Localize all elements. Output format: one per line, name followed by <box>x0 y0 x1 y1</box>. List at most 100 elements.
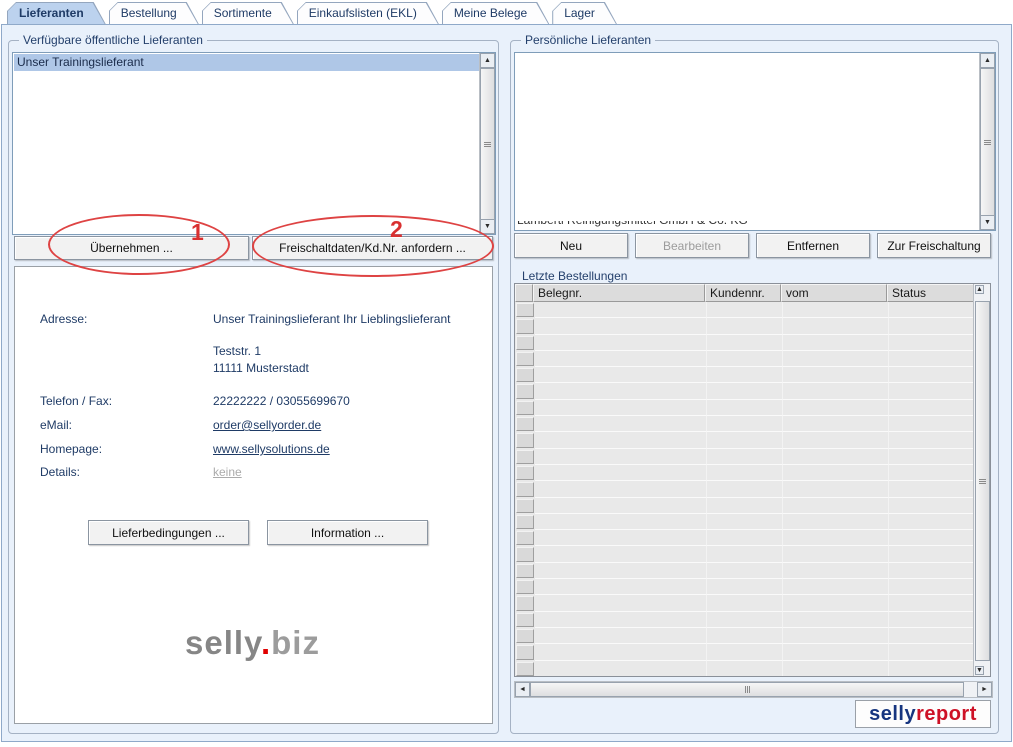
table-row[interactable] <box>515 351 974 367</box>
table-cell <box>535 367 707 383</box>
orders-horizontal-scrollbar[interactable]: ◄ ► <box>514 681 993 698</box>
email-link[interactable]: order@sellyorder.de <box>213 418 321 432</box>
row-header-cell[interactable] <box>516 466 534 480</box>
row-header-cell[interactable] <box>516 433 534 447</box>
row-header-cell[interactable] <box>516 499 534 513</box>
row-header-cell[interactable] <box>516 564 534 578</box>
row-header-cell[interactable] <box>516 596 534 610</box>
column-header-vom[interactable]: vom <box>781 284 887 302</box>
tab-lager[interactable]: Lager <box>552 2 617 24</box>
lieferbedingungen-button[interactable]: Lieferbedingungen ... <box>88 520 249 545</box>
row-header-cell[interactable] <box>516 547 534 561</box>
table-row[interactable] <box>515 318 974 334</box>
scrollbar-thumb[interactable] <box>530 682 964 697</box>
tab-bestellung[interactable]: Bestellung <box>109 2 199 24</box>
row-header-cell[interactable] <box>516 450 534 464</box>
row-header-cell[interactable] <box>516 580 534 594</box>
scroll-up-icon[interactable]: ▲ <box>480 53 495 68</box>
table-cell <box>707 432 783 448</box>
table-cell <box>783 367 889 383</box>
scroll-left-icon[interactable]: ◄ <box>515 682 530 697</box>
table-cell <box>535 351 707 367</box>
table-row[interactable] <box>515 432 974 448</box>
personal-list-scrollbar[interactable]: ▲ ▼ <box>979 53 995 230</box>
table-row[interactable] <box>515 416 974 432</box>
homepage-link[interactable]: www.sellysolutions.de <box>213 442 330 456</box>
orders-table-body <box>515 302 974 676</box>
row-header-cell[interactable] <box>516 417 534 431</box>
column-header-status[interactable]: Status <box>887 284 974 302</box>
zur-freischaltung-button[interactable]: Zur Freischaltung <box>877 233 991 258</box>
table-cell <box>889 563 974 579</box>
table-cell <box>783 644 889 660</box>
row-header-cell[interactable] <box>516 629 534 643</box>
table-row[interactable] <box>515 579 974 595</box>
table-row[interactable] <box>515 563 974 579</box>
table-row[interactable] <box>515 465 974 481</box>
clipped-list-item[interactable]: Lamberti Reinigungsmittel GmbH & Co. KG <box>516 221 968 228</box>
table-cell <box>707 563 783 579</box>
logo-dot-icon: . <box>261 624 271 661</box>
table-row[interactable] <box>515 530 974 546</box>
table-cell <box>889 383 974 399</box>
row-header-cell[interactable] <box>516 384 534 398</box>
row-header-cell[interactable] <box>516 336 534 350</box>
table-cell <box>783 661 889 676</box>
table-row[interactable] <box>515 335 974 351</box>
table-row[interactable] <box>515 546 974 562</box>
scroll-down-icon[interactable]: ▼ <box>980 215 995 230</box>
table-row[interactable] <box>515 367 974 383</box>
row-header-cell[interactable] <box>516 401 534 415</box>
orders-table-header: Belegnr. Kundennr. vom Status <box>515 284 990 302</box>
scroll-up-icon[interactable]: ▲ <box>980 53 995 68</box>
row-header-cell[interactable] <box>516 368 534 382</box>
table-row[interactable] <box>515 383 974 399</box>
row-header-cell[interactable] <box>516 662 534 676</box>
scroll-down-icon[interactable]: ▼ <box>975 666 984 675</box>
row-header-cell[interactable] <box>516 613 534 627</box>
scroll-up-glyph: ▲ <box>976 286 983 293</box>
table-row[interactable] <box>515 644 974 660</box>
orders-table[interactable]: Belegnr. Kundennr. vom Status ▲ ▼ <box>514 283 991 677</box>
row-header-cell[interactable] <box>516 303 534 317</box>
table-row[interactable] <box>515 481 974 497</box>
scrollbar-thumb[interactable] <box>480 68 495 220</box>
neu-button[interactable]: Neu <box>514 233 628 258</box>
tab-lieferanten[interactable]: Lieferanten <box>7 2 106 24</box>
table-row[interactable] <box>515 498 974 514</box>
orders-table-scrollbar[interactable]: ▲ ▼ <box>973 284 990 676</box>
list-item-selected[interactable]: Unser Trainingslieferant <box>14 54 479 71</box>
public-suppliers-list[interactable]: Unser Trainingslieferant ▲ ▼ <box>12 52 496 235</box>
row-header-cell[interactable] <box>516 515 534 529</box>
table-row[interactable] <box>515 449 974 465</box>
table-row[interactable] <box>515 661 974 676</box>
scroll-down-glyph: ▼ <box>484 223 491 230</box>
table-cell <box>889 335 974 351</box>
column-header-belegnr[interactable]: Belegnr. <box>533 284 705 302</box>
row-header-cell[interactable] <box>516 531 534 545</box>
table-row[interactable] <box>515 514 974 530</box>
tab-meine-belege[interactable]: Meine Belege <box>442 2 549 24</box>
public-list-scrollbar[interactable]: ▲ ▼ <box>479 53 495 234</box>
row-header-cell[interactable] <box>516 645 534 659</box>
table-cell <box>535 644 707 660</box>
table-row[interactable] <box>515 612 974 628</box>
row-header-cell[interactable] <box>516 319 534 333</box>
personal-suppliers-list[interactable]: ▲ ▼ <box>514 52 996 231</box>
tab-einkaufslisten[interactable]: Einkaufslisten (EKL) <box>297 2 439 24</box>
tab-sortimente[interactable]: Sortimente <box>202 2 294 24</box>
scroll-right-icon[interactable]: ► <box>977 682 992 697</box>
table-row[interactable] <box>515 595 974 611</box>
column-header-kundennr[interactable]: Kundennr. <box>705 284 781 302</box>
information-button[interactable]: Information ... <box>267 520 428 545</box>
scrollbar-thumb[interactable] <box>980 68 995 216</box>
row-header-cell[interactable] <box>516 352 534 366</box>
table-row[interactable] <box>515 400 974 416</box>
table-row[interactable] <box>515 302 974 318</box>
scrollbar-thumb[interactable] <box>975 301 990 661</box>
telefon-label: Telefon / Fax: <box>40 394 112 408</box>
row-header-cell[interactable] <box>516 482 534 496</box>
table-row[interactable] <box>515 628 974 644</box>
entfernen-button[interactable]: Entfernen <box>756 233 870 258</box>
scroll-up-icon[interactable]: ▲ <box>975 285 984 294</box>
